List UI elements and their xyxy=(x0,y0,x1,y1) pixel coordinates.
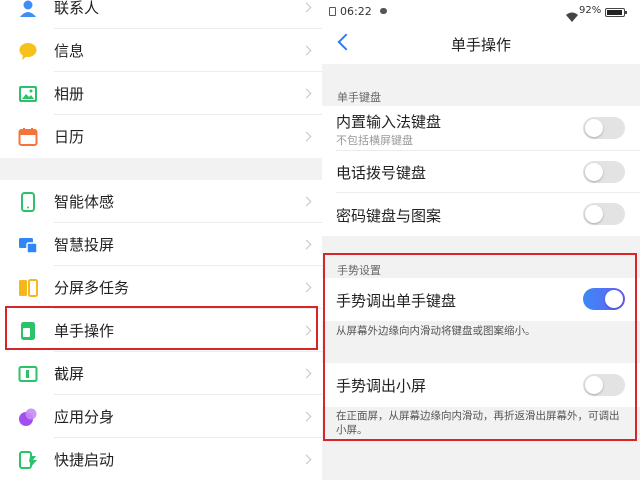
settings-list-panel: 联系人 信息 相册 日历 智能体感 智慧投屏 分屏多任务 单手操作 截屏 应用分… xyxy=(0,0,322,480)
screenshot-icon xyxy=(17,363,38,384)
toggle-dial-keyboard[interactable] xyxy=(583,161,625,183)
chevron-right-icon xyxy=(301,411,312,422)
battery-icon xyxy=(605,8,627,17)
chevron-right-icon xyxy=(301,131,312,142)
settings-item-label: 相册 xyxy=(54,85,85,103)
battery-percent: 92% xyxy=(579,5,602,16)
nav-bar: 单手操作 xyxy=(322,24,640,64)
row-label: 密码键盘与图案 xyxy=(336,207,442,225)
settings-item-label: 截屏 xyxy=(54,365,85,383)
settings-item-label: 联系人 xyxy=(54,0,100,17)
toggle-builtin-ime-keyboard[interactable] xyxy=(583,117,625,139)
row-dial-keyboard[interactable]: 电话拨号键盘 xyxy=(322,151,640,193)
highlight-frame-gesture xyxy=(323,253,637,441)
app-clone-icon xyxy=(17,406,38,427)
message-icon xyxy=(17,40,38,61)
quick-launch-icon xyxy=(17,449,38,470)
chevron-right-icon xyxy=(301,2,312,13)
settings-item-label: 应用分身 xyxy=(54,408,115,426)
settings-item-label: 分屏多任务 xyxy=(54,279,130,297)
settings-item-album[interactable]: 相册 xyxy=(0,72,322,115)
split-screen-icon xyxy=(17,277,38,298)
chevron-right-icon xyxy=(301,196,312,207)
settings-item-messages[interactable]: 信息 xyxy=(0,29,322,72)
settings-item-label: 信息 xyxy=(54,42,85,60)
settings-item-quick-launch[interactable]: 快捷启动 xyxy=(0,438,322,480)
chevron-right-icon xyxy=(301,45,312,56)
highlight-frame-one-hand xyxy=(5,306,318,350)
chevron-right-icon xyxy=(301,282,312,293)
motion-sense-icon xyxy=(17,191,38,212)
notification-icon xyxy=(380,8,387,14)
wifi-icon xyxy=(566,7,578,22)
row-sublabel: 不包括横屏键盘 xyxy=(336,134,413,147)
settings-item-label: 智能体感 xyxy=(54,193,115,211)
settings-item-contacts[interactable]: 联系人 xyxy=(0,0,322,29)
row-password-keyboard[interactable]: 密码键盘与图案 xyxy=(322,193,640,236)
settings-item-label: 快捷启动 xyxy=(54,451,115,469)
album-icon xyxy=(17,83,38,104)
status-bar: 06:22 92% xyxy=(322,0,640,24)
phone-status-icon xyxy=(329,7,336,16)
row-label: 电话拨号键盘 xyxy=(336,164,427,182)
contacts-icon xyxy=(17,0,38,18)
settings-item-app-clone[interactable]: 应用分身 xyxy=(0,395,322,438)
page-title: 单手操作 xyxy=(450,36,511,54)
settings-item-screen-cast[interactable]: 智慧投屏 xyxy=(0,223,322,266)
settings-item-label: 日历 xyxy=(54,128,85,146)
toggle-password-keyboard[interactable] xyxy=(583,203,625,225)
settings-item-label: 智慧投屏 xyxy=(54,236,115,254)
screen-cast-icon xyxy=(17,234,38,255)
settings-item-calendar[interactable]: 日历 xyxy=(0,115,322,158)
settings-item-motion-sense[interactable]: 智能体感 xyxy=(0,180,322,223)
row-label: 内置输入法键盘 xyxy=(336,113,442,131)
chevron-right-icon xyxy=(301,88,312,99)
settings-item-screenshot[interactable]: 截屏 xyxy=(0,352,322,395)
section-header-keyboard: 单手键盘 xyxy=(337,91,381,104)
settings-item-split-screen[interactable]: 分屏多任务 xyxy=(0,266,322,309)
status-time: 06:22 xyxy=(340,5,372,18)
chevron-right-icon xyxy=(301,454,312,465)
chevron-right-icon xyxy=(301,239,312,250)
calendar-icon xyxy=(17,126,38,147)
chevron-right-icon xyxy=(301,368,312,379)
row-builtin-ime-keyboard[interactable]: 内置输入法键盘 不包括横屏键盘 xyxy=(322,106,640,151)
